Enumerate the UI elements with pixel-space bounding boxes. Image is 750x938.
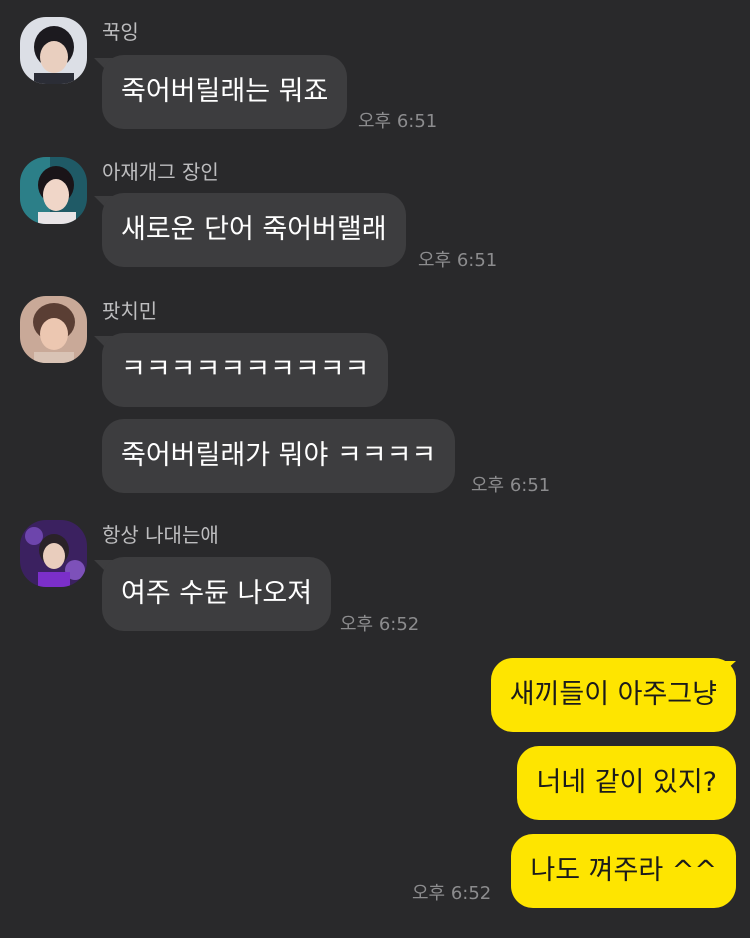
- message-bubble[interactable]: 너네 같이 있지?: [517, 746, 736, 820]
- chat-screen: 꾹잉 죽어버릴래는 뭐죠 오후 6:51 아재개그 장인 새로운 단어 죽어버랠…: [0, 0, 750, 938]
- message-timestamp: 오후 6:51: [358, 111, 438, 132]
- profile-photo-icon: [20, 520, 87, 587]
- message-timestamp: 오후 6:51: [471, 475, 551, 496]
- profile-photo-icon: [20, 17, 87, 84]
- message-bubble[interactable]: 나도 껴주라 ^^: [511, 834, 736, 908]
- sender-name: 꾹잉: [102, 20, 139, 44]
- message-timestamp: 오후 6:52: [340, 614, 420, 635]
- message-timestamp: 오후 6:52: [412, 883, 492, 904]
- profile-avatar[interactable]: [20, 520, 87, 587]
- sender-name: 항상 나대는애: [102, 523, 219, 547]
- sender-name: 아재개그 장인: [102, 160, 219, 184]
- message-bubble[interactable]: 여주 수듄 나오져: [102, 557, 332, 631]
- message-bubble[interactable]: 죽어버릴래는 뭐죠: [102, 55, 348, 129]
- message-timestamp: 오후 6:51: [418, 250, 498, 271]
- profile-photo-icon: [20, 157, 87, 224]
- message-bubble[interactable]: 죽어버릴래가 뭐야 ㅋㅋㅋㅋ: [102, 419, 456, 493]
- profile-avatar[interactable]: [20, 157, 87, 224]
- message-bubble[interactable]: 새끼들이 아주그냥: [490, 658, 736, 732]
- profile-photo-icon: [20, 296, 87, 363]
- sender-name: 팟치민: [102, 299, 158, 323]
- message-bubble[interactable]: 새로운 단어 죽어버랠래: [102, 193, 406, 267]
- profile-avatar[interactable]: [20, 17, 87, 84]
- message-bubble[interactable]: ㅋㅋㅋㅋㅋㅋㅋㅋㅋㅋ: [102, 333, 389, 407]
- profile-avatar[interactable]: [20, 296, 87, 363]
